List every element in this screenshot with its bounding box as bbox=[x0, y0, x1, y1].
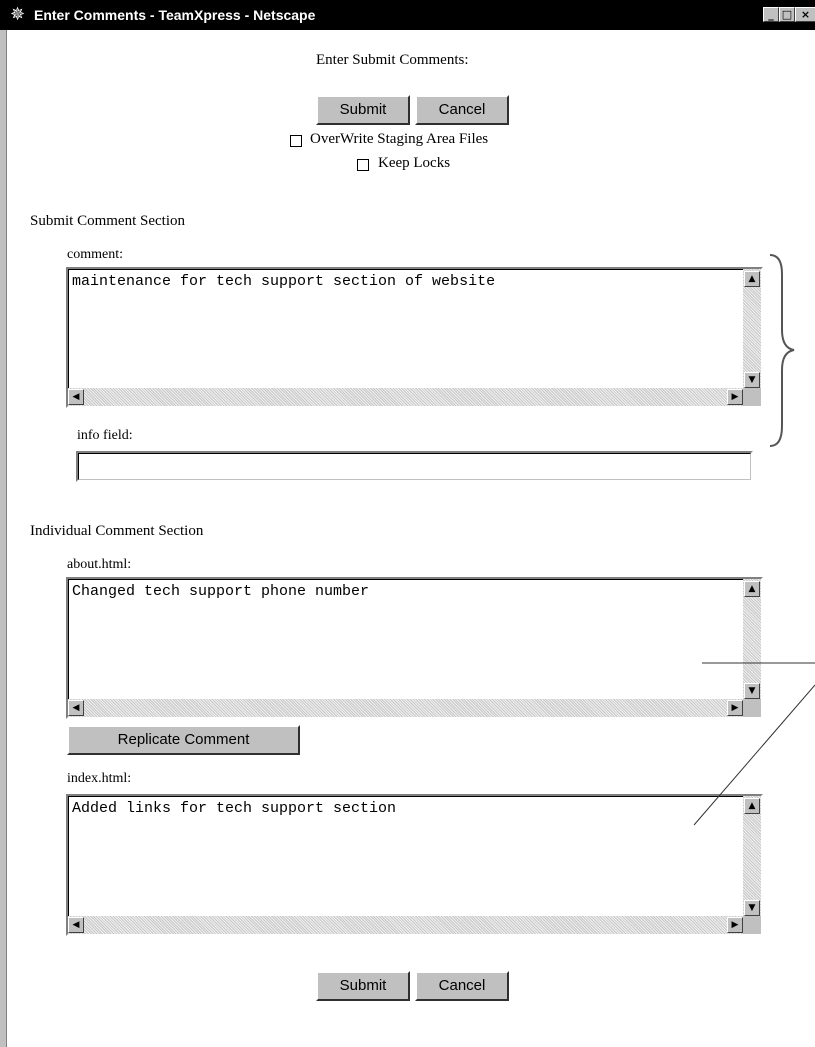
about-html-text: Changed tech support phone number bbox=[72, 583, 370, 600]
comment-text: maintenance for tech support section of … bbox=[72, 273, 496, 290]
title-bar[interactable]: ✵ Enter Comments - TeamXpress - Netscape… bbox=[0, 0, 815, 30]
info-field-input[interactable] bbox=[76, 451, 753, 482]
cancel-button-bottom[interactable]: Cancel bbox=[415, 971, 509, 1001]
scroll-left-icon[interactable]: ◀ bbox=[68, 389, 84, 405]
scroll-right-icon[interactable]: ▶ bbox=[727, 389, 743, 405]
scroll-right-icon[interactable]: ▶ bbox=[727, 917, 743, 933]
netscape-icon[interactable]: ✵ bbox=[10, 5, 30, 25]
resize-corner bbox=[743, 916, 761, 934]
window-left-border bbox=[0, 0, 7, 1047]
minimize-icon[interactable]: _ bbox=[763, 7, 779, 22]
page-heading: Enter Submit Comments: bbox=[316, 52, 469, 68]
scroll-up-icon[interactable]: ▲ bbox=[744, 581, 760, 597]
info-field-label: info field: bbox=[77, 428, 133, 443]
index-html-label: index.html: bbox=[67, 771, 132, 786]
resize-corner bbox=[743, 388, 761, 406]
about-html-label: about.html: bbox=[67, 557, 132, 572]
scroll-left-icon[interactable]: ◀ bbox=[68, 917, 84, 933]
comment-label: comment: bbox=[67, 247, 123, 262]
comment-vertical-scrollbar[interactable]: ▲ ▼ bbox=[743, 269, 761, 388]
comment-textarea[interactable]: maintenance for tech support section of … bbox=[66, 267, 763, 408]
replicate-comment-button[interactable]: Replicate Comment bbox=[67, 725, 300, 755]
maximize-icon[interactable]: □ bbox=[779, 7, 795, 22]
scroll-down-icon[interactable]: ▼ bbox=[744, 372, 760, 388]
overwrite-checkbox[interactable] bbox=[290, 135, 302, 147]
scroll-up-icon[interactable]: ▲ bbox=[744, 271, 760, 287]
overwrite-label: OverWrite Staging Area Files bbox=[310, 131, 489, 147]
comment-horizontal-scrollbar[interactable]: ◀ ▶ bbox=[68, 388, 743, 406]
submit-button-bottom[interactable]: Submit bbox=[316, 971, 410, 1001]
about-html-textarea[interactable]: Changed tech support phone number ▲ ▼ ◀ … bbox=[66, 577, 763, 719]
cancel-button-top[interactable]: Cancel bbox=[415, 95, 509, 125]
about-horizontal-scrollbar[interactable]: ◀ ▶ bbox=[68, 699, 743, 717]
scroll-left-icon[interactable]: ◀ bbox=[68, 700, 84, 716]
callout-lines bbox=[693, 662, 815, 826]
scroll-down-icon[interactable]: ▼ bbox=[744, 900, 760, 916]
keep-locks-checkbox[interactable] bbox=[357, 159, 369, 171]
keep-locks-label: Keep Locks bbox=[378, 155, 451, 171]
index-html-text: Added links for tech support section bbox=[72, 800, 397, 817]
index-horizontal-scrollbar[interactable]: ◀ ▶ bbox=[68, 916, 743, 934]
close-icon[interactable]: × bbox=[795, 7, 815, 22]
index-html-textarea[interactable]: Added links for tech support section ▲ ▼… bbox=[66, 794, 763, 936]
window-title: Enter Comments - TeamXpress - Netscape bbox=[34, 7, 316, 23]
brace-annotation bbox=[769, 254, 795, 447]
submit-section-title: Submit Comment Section bbox=[30, 213, 186, 229]
individual-section-title: Individual Comment Section bbox=[30, 523, 204, 539]
submit-button-top[interactable]: Submit bbox=[316, 95, 410, 125]
